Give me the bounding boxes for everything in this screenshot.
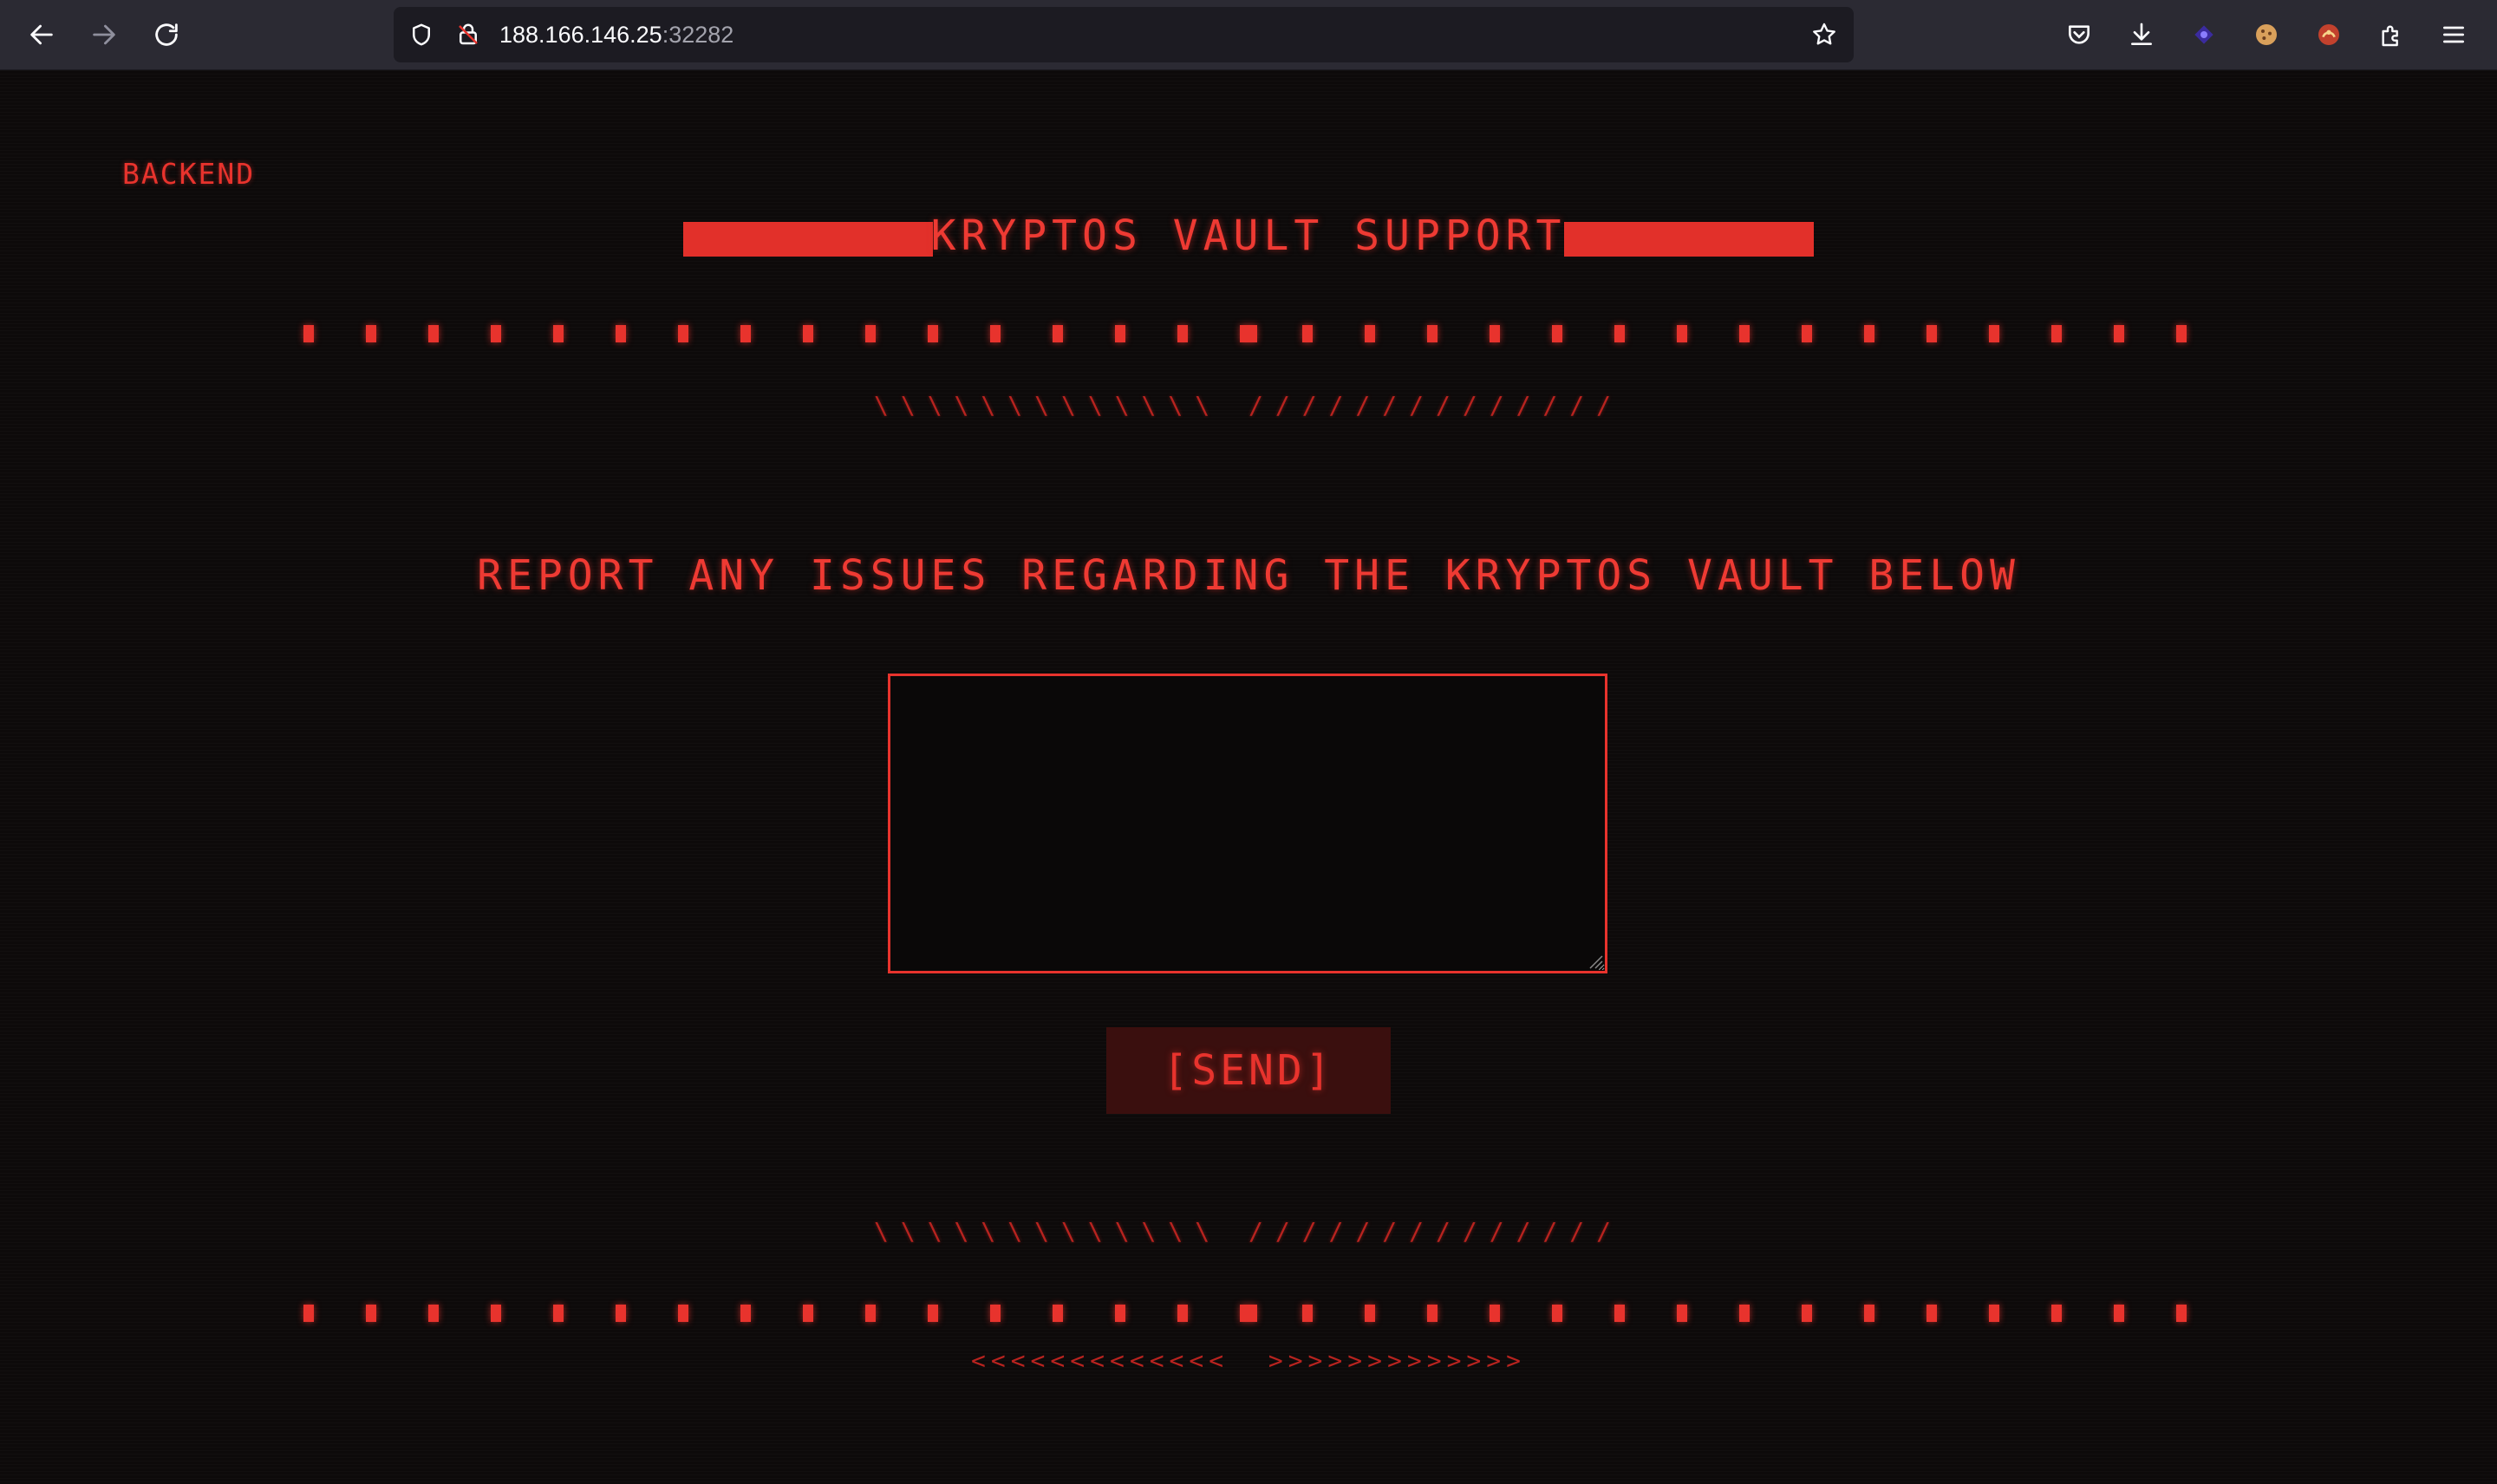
decorative-dot: [1864, 1305, 1874, 1322]
decorative-dot: [1490, 1305, 1500, 1322]
decorative-dot: [2176, 1305, 2187, 1322]
decorative-dot: [1927, 1305, 1937, 1322]
decorative-dot: [1053, 1305, 1063, 1322]
decorative-dot: [1677, 325, 1687, 342]
decorative-dot: [2051, 325, 2062, 342]
decorative-dot: [678, 325, 688, 342]
decorative-dot: [1677, 1305, 1687, 1322]
decorative-dot: [1115, 325, 1125, 342]
decorative-dot: [1240, 1305, 1257, 1322]
decorative-dot: [491, 1305, 501, 1322]
back-arrow-icon[interactable]: [23, 16, 61, 54]
decorative-dot: [2051, 1305, 2062, 1322]
decorative-dot: [1365, 325, 1375, 342]
decorative-dot: [428, 325, 439, 342]
report-prompt: REPORT ANY ISSUES REGARDING THE KRYPTOS …: [477, 551, 2020, 600]
decorative-dot: [1802, 325, 1812, 342]
shield-icon[interactable]: [404, 17, 439, 52]
decorative-dot: [990, 1305, 1001, 1322]
decorative-dots-bottom: [303, 1305, 2194, 1325]
decorative-dot: [1552, 325, 1562, 342]
decorative-dot: [928, 325, 938, 342]
url-bar[interactable]: 188.166.146.25:32282: [394, 7, 1854, 62]
pocket-icon[interactable]: [2060, 16, 2098, 54]
decorative-dot: [678, 1305, 688, 1322]
page-content: BACKEND KRYPTOS VAULT SUPPORT \\\\\\\\\\…: [0, 70, 2497, 1484]
decorative-dot: [990, 325, 1001, 342]
decorative-dot: [1302, 325, 1313, 342]
decorative-dot: [616, 1305, 626, 1322]
decorative-dot: [616, 325, 626, 342]
decorative-dot: [928, 1305, 938, 1322]
decorative-dot: [1552, 1305, 1562, 1322]
browser-toolbar: 188.166.146.25:32282: [0, 0, 2497, 70]
cookie-extension-icon[interactable]: [2247, 16, 2285, 54]
decorative-dot: [366, 325, 376, 342]
forward-arrow-icon[interactable]: [85, 16, 123, 54]
menu-hamburger-icon[interactable]: [2435, 16, 2473, 54]
backend-link[interactable]: BACKEND: [122, 157, 255, 191]
purple-extension-icon[interactable]: [2185, 16, 2223, 54]
decorative-dot: [1614, 325, 1625, 342]
decorative-dot: [428, 1305, 439, 1322]
decorative-dot: [1802, 1305, 1812, 1322]
download-icon[interactable]: [2122, 16, 2161, 54]
decorative-dot: [1864, 325, 1874, 342]
decorative-dot: [491, 325, 501, 342]
decorative-dot: [1989, 1305, 1999, 1322]
decorative-dot: [1177, 325, 1188, 342]
extensions-puzzle-icon[interactable]: [2372, 16, 2410, 54]
decorative-dot: [803, 325, 813, 342]
decorative-dot: [865, 1305, 876, 1322]
decorative-dot: [1989, 325, 1999, 342]
decorative-dashes-top: \\\\\\\\\\\\\ //////////////: [873, 391, 1623, 420]
decorative-dot: [2114, 325, 2124, 342]
url-port: :32282: [662, 22, 734, 48]
reload-icon[interactable]: [147, 16, 186, 54]
decorative-dot: [1739, 325, 1750, 342]
decorative-arrows: <<<<<<<<<<<<< >>>>>>>>>>>>>: [970, 1346, 1526, 1375]
decorative-dot: [1365, 1305, 1375, 1322]
decorative-dashes-bottom: \\\\\\\\\\\\\ //////////////: [873, 1217, 1623, 1246]
report-textarea[interactable]: [888, 674, 1607, 973]
decorative-dot: [553, 1305, 564, 1322]
decorative-dots-top: [303, 325, 2194, 346]
decorative-dot: [1302, 1305, 1313, 1322]
bookmark-star-icon[interactable]: [1807, 17, 1842, 52]
decorative-dot: [1053, 325, 1063, 342]
decorative-dot: [2114, 1305, 2124, 1322]
decorative-dot: [1739, 1305, 1750, 1322]
decorative-dot: [2176, 325, 2187, 342]
decorative-dot: [1115, 1305, 1125, 1322]
decorative-dot: [1927, 325, 1937, 342]
decorative-dot: [1240, 325, 1257, 342]
decorative-dot: [366, 1305, 376, 1322]
decorative-dot: [303, 325, 314, 342]
decorative-dot: [740, 1305, 751, 1322]
url-text[interactable]: 188.166.146.25:32282: [499, 7, 733, 62]
decorative-dot: [803, 1305, 813, 1322]
decorative-dot: [553, 325, 564, 342]
page-title: KRYPTOS VAULT SUPPORT: [930, 212, 1567, 260]
title-bar-right: [1564, 222, 1814, 257]
decorative-dot: [865, 325, 876, 342]
red-extension-icon[interactable]: [2310, 16, 2348, 54]
decorative-dot: [740, 325, 751, 342]
url-host: 188.166.146.25: [499, 22, 662, 48]
decorative-dot: [1427, 325, 1438, 342]
decorative-dot: [1427, 1305, 1438, 1322]
decorative-dot: [1177, 1305, 1188, 1322]
decorative-dot: [1614, 1305, 1625, 1322]
decorative-dot: [1490, 325, 1500, 342]
insecure-lock-icon[interactable]: [451, 17, 486, 52]
send-button[interactable]: [SEND]: [1106, 1027, 1391, 1114]
decorative-dot: [303, 1305, 314, 1322]
